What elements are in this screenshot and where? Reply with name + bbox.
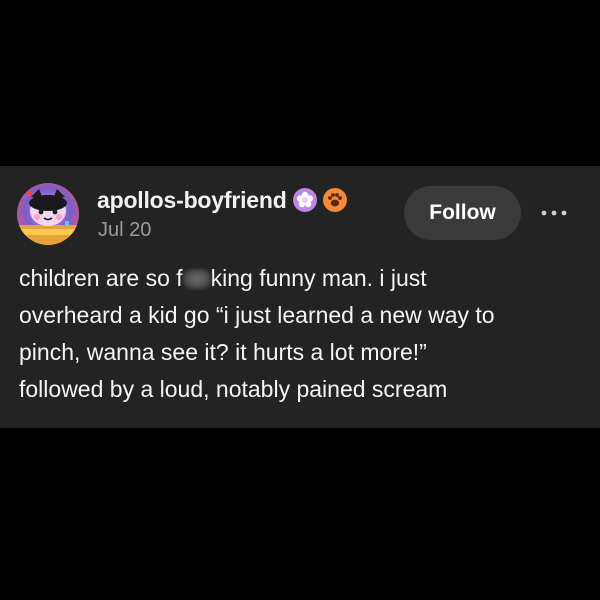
- username[interactable]: apollos-boyfriend: [97, 187, 287, 214]
- post-text-segment: children are so f: [19, 265, 183, 291]
- post-card: apollos-boyfriend Jul 20 Follow children…: [0, 166, 600, 428]
- avatar-image: [17, 183, 79, 245]
- follow-button[interactable]: Follow: [404, 186, 521, 240]
- purple-flower-badge-icon[interactable]: [292, 188, 317, 212]
- post-body: children are so f king funny man. i just …: [19, 260, 589, 408]
- post-line-3: pinch, wanna see it? it hurts a lot more…: [19, 339, 427, 365]
- post-text-segment: king funny man. i just: [210, 265, 427, 291]
- more-button[interactable]: [537, 202, 571, 224]
- post-line-4: followed by a loud, notably pained screa…: [19, 376, 448, 402]
- avatar[interactable]: [17, 183, 79, 245]
- censor-blur: [182, 269, 211, 289]
- more-horizontal-icon: [541, 210, 567, 216]
- post-line-2: overheard a kid go “i just learned a new…: [19, 302, 495, 328]
- post-date[interactable]: Jul 20: [98, 219, 151, 242]
- username-row: apollos-boyfriend: [97, 186, 347, 214]
- post-line-1: children are so f king funny man. i just: [19, 260, 589, 297]
- orange-paw-badge-icon[interactable]: [322, 188, 347, 212]
